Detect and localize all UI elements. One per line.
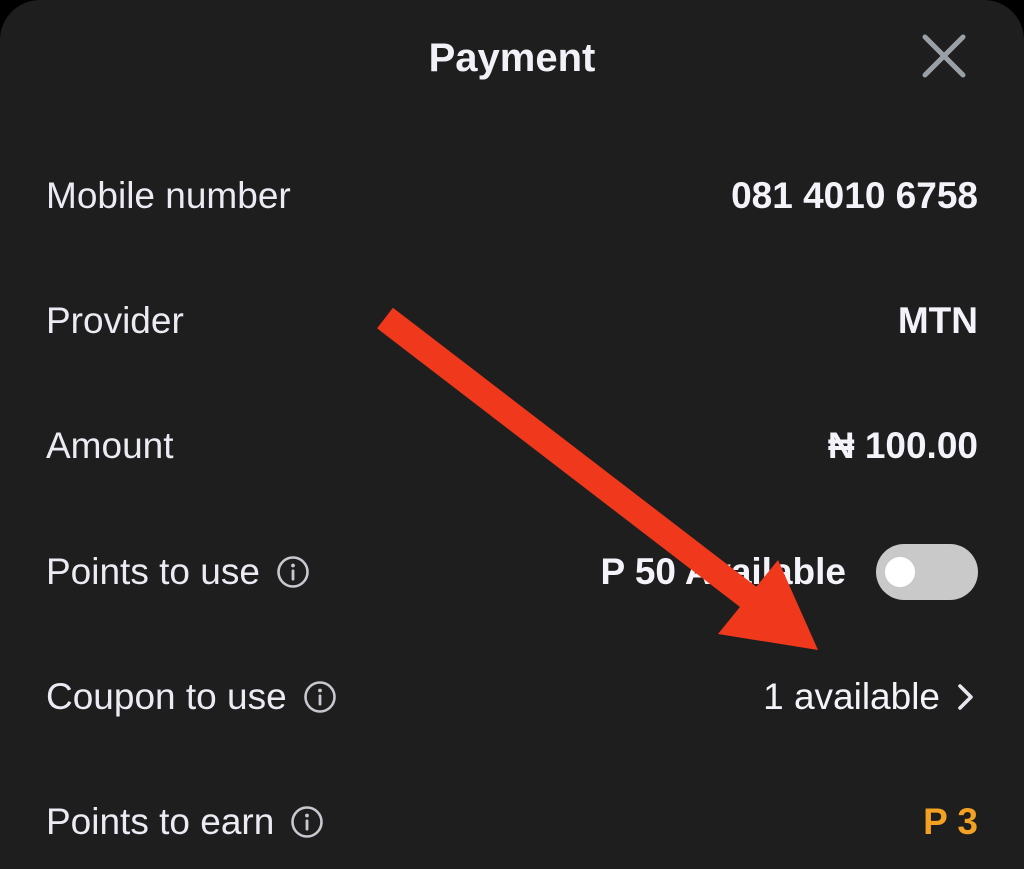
- info-icon[interactable]: [276, 555, 310, 589]
- points-to-earn-label-group: Points to earn: [46, 792, 324, 852]
- points-to-earn-label: Points to earn: [46, 801, 275, 842]
- points-to-earn-value: P 3: [923, 801, 978, 842]
- provider-label: Provider: [46, 300, 184, 341]
- info-icon[interactable]: [290, 805, 324, 839]
- chevron-right-icon: [954, 681, 978, 713]
- row-provider: Provider MTN: [46, 291, 978, 351]
- points-to-use-group: P 50 Available: [601, 542, 978, 602]
- row-amount: Amount ₦ 100.00: [46, 416, 978, 476]
- row-coupon-to-use[interactable]: Coupon to use 1 available: [46, 667, 978, 727]
- points-to-use-label-group: Points to use: [46, 542, 310, 602]
- close-icon: [922, 34, 966, 78]
- amount-value: ₦ 100.00: [827, 425, 978, 466]
- coupon-available-value: 1 available: [763, 676, 940, 717]
- row-points-to-use: Points to use P 50 Available: [46, 542, 978, 602]
- points-toggle[interactable]: [876, 544, 978, 600]
- coupon-to-use-label-group: Coupon to use: [46, 667, 337, 727]
- info-icon[interactable]: [303, 680, 337, 714]
- coupon-to-use-label: Coupon to use: [46, 676, 287, 717]
- row-points-to-earn: Points to earn P 3: [46, 792, 978, 852]
- mobile-number-label: Mobile number: [46, 175, 291, 216]
- toggle-knob: [885, 557, 915, 587]
- page-title: Payment: [428, 36, 596, 80]
- mobile-number-value: 081 4010 6758: [731, 175, 978, 216]
- points-to-use-label: Points to use: [46, 551, 260, 592]
- coupon-selector[interactable]: 1 available: [763, 667, 978, 727]
- provider-value: MTN: [897, 300, 978, 341]
- payment-sheet: Payment Mobile number 081 4010 6758 Prov…: [0, 0, 1024, 869]
- close-button[interactable]: [918, 30, 970, 82]
- points-available-value: P 50 Available: [600, 551, 846, 592]
- amount-label: Amount: [46, 425, 174, 466]
- row-mobile-number: Mobile number 081 4010 6758: [46, 166, 978, 226]
